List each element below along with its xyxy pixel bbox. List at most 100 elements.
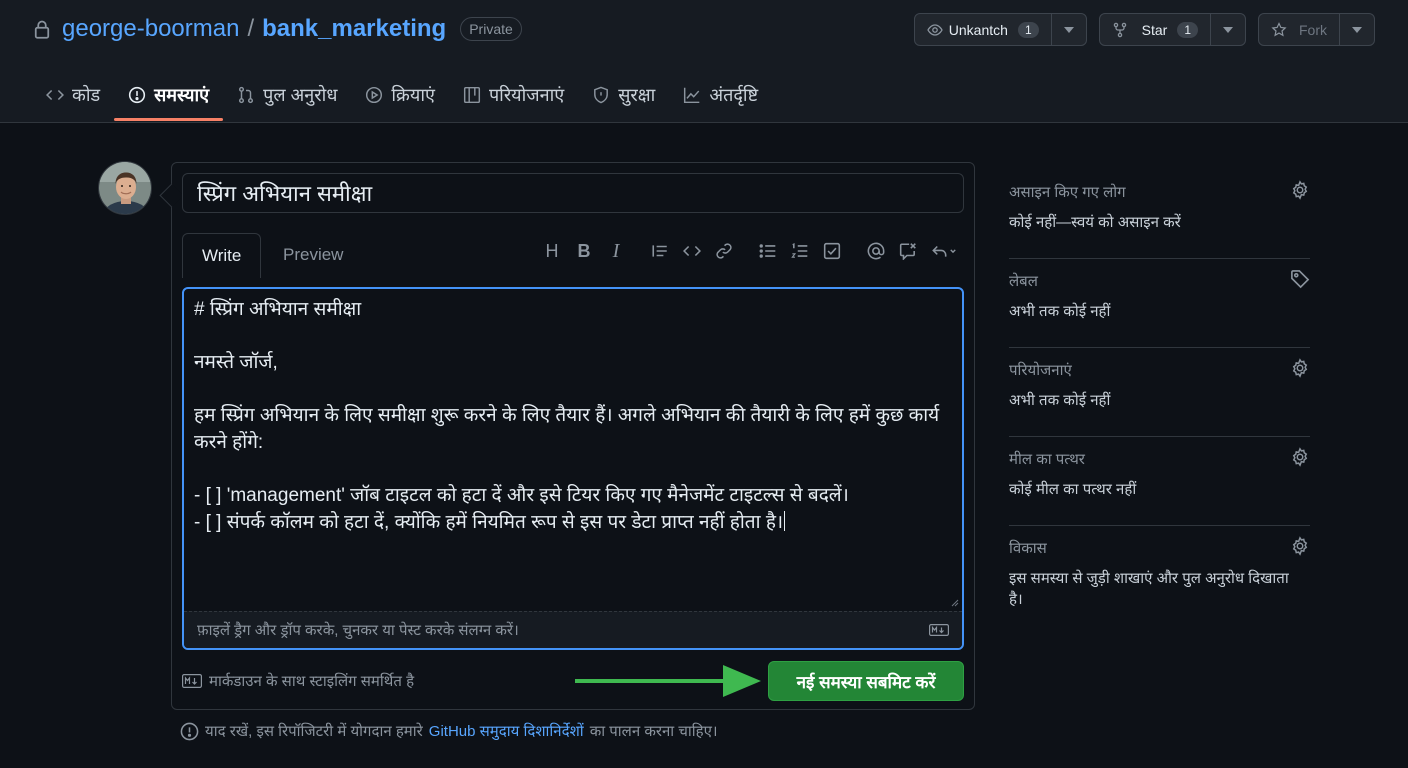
tab-issues[interactable]: समस्याएं <box>114 70 224 121</box>
body-line: - [ ] संपर्क कॉलम को हटा दें, क्योंकि हम… <box>194 511 784 533</box>
sidebar-labels: लेबल अभी तक कोई नहीं <box>1009 259 1310 348</box>
heading-button[interactable]: H <box>536 239 568 263</box>
pull-request-icon <box>237 86 255 104</box>
mention-icon <box>867 242 885 260</box>
undo-button[interactable] <box>924 239 964 263</box>
star-label: Star <box>1141 21 1168 38</box>
markdown-icon <box>182 674 202 688</box>
issue-sidebar: असाइन किए गए लोग कोई नहीं—स्वयं को असाइन… <box>1009 170 1310 615</box>
tab-projects[interactable]: परियोजनाएं <box>449 70 578 120</box>
unordered-list-button[interactable] <box>752 239 784 263</box>
sidebar-heading: मील का पत्थर <box>1009 451 1085 468</box>
repo-separator: / <box>247 15 255 42</box>
sidebar-value[interactable]: कोई नहीं—स्वयं को असाइन करें <box>1009 212 1304 233</box>
code-icon <box>683 245 701 257</box>
body-line: # स्प्रिंग अभियान समीक्षा <box>194 299 362 320</box>
sidebar-value: अभी तक कोई नहीं <box>1009 303 1111 320</box>
sidebar-value: इस समस्या से जुड़ी शाखाएं और पुल अनुरोध … <box>1009 570 1289 608</box>
visibility-badge: Private <box>460 17 522 41</box>
star-icon <box>1271 21 1287 38</box>
green-arrow-annotation <box>575 665 761 697</box>
repo-name-link[interactable]: bank_marketing <box>262 15 446 43</box>
repo-nav-tabs: कोड समस्याएं पुल अनुरोध क्रियाएं परियोजन… <box>32 70 772 123</box>
fork-button[interactable]: Fork <box>1259 14 1340 45</box>
sidebar-value: अभी तक कोई नहीं <box>1009 392 1111 409</box>
resize-handle-icon[interactable] <box>949 597 959 607</box>
sidebar-projects: परियोजनाएं अभी तक कोई नहीं <box>1009 348 1310 437</box>
fork-dropdown-button[interactable] <box>1340 14 1374 45</box>
markdown-toolbar: H B I <box>536 239 964 263</box>
tab-label: समस्याएं <box>154 85 210 105</box>
body-line <box>194 324 952 351</box>
bold-button[interactable]: B <box>568 239 600 263</box>
repo-owner-link[interactable]: george-boorman <box>62 15 239 43</box>
submit-new-issue-button[interactable]: नई समस्या सबमिट करें <box>768 661 964 701</box>
play-icon <box>365 86 383 104</box>
issue-body-textarea[interactable]: # स्प्रिंग अभियान समीक्षा नमस्ते जॉर्ज, … <box>184 289 962 611</box>
sidebar-heading: लेबल <box>1009 273 1038 290</box>
sidebar-development: विकास इस समस्या से जुड़ी शाखाएं और पुल अ… <box>1009 526 1310 615</box>
avatar[interactable] <box>98 161 152 215</box>
unordered-list-icon <box>759 244 776 258</box>
star-button[interactable]: Star 1 <box>1100 14 1211 45</box>
markdown-note[interactable]: मार्कडाउन के साथ स्टाइलिंग समर्थित है <box>182 671 414 691</box>
gear-icon[interactable] <box>1290 447 1310 467</box>
reference-button[interactable] <box>892 239 924 263</box>
link-button[interactable] <box>708 239 740 263</box>
issue-title-input[interactable]: स्प्रिंग अभियान समीक्षा <box>182 173 964 213</box>
guideline-prefix: याद रखें, इस रिपॉजिटरी में योगदान हमारे <box>205 723 423 740</box>
tab-label: परियोजनाएं <box>488 85 565 105</box>
sidebar-milestone: मील का पत्थर कोई मील का पत्थर नहीं <box>1009 437 1310 526</box>
italic-button[interactable]: I <box>600 239 632 263</box>
chevron-down-icon <box>1352 26 1362 33</box>
gear-icon[interactable] <box>1290 536 1310 556</box>
markdown-icon <box>929 624 949 636</box>
tag-icon[interactable] <box>1290 269 1310 289</box>
markdown-note-text: मार्कडाउन के साथ स्टाइलिंग समर्थित है <box>209 673 415 690</box>
repo-header: george-boorman / bank_marketing Private … <box>0 0 1408 123</box>
issue-body-editor[interactable]: # स्प्रिंग अभियान समीक्षा नमस्ते जॉर्ज, … <box>182 287 964 650</box>
star-count: 1 <box>1177 21 1198 38</box>
fork-icon <box>1112 22 1128 38</box>
eye-icon <box>927 22 943 38</box>
editor-tabs: Write Preview H B I <box>182 233 964 278</box>
tab-preview[interactable]: Preview <box>264 233 362 277</box>
tab-pull-requests[interactable]: पुल अनुरोध <box>223 70 351 120</box>
tab-write[interactable]: Write <box>182 233 262 278</box>
body-line: हम स्प्रिंग अभियान के लिए समीक्षा शुरू क… <box>194 405 940 427</box>
watch-label: Unkantch <box>948 21 1008 38</box>
watch-button[interactable]: Unkantch 1 <box>915 14 1052 45</box>
star-button-group: Star 1 <box>1098 13 1246 46</box>
repo-title: george-boorman / bank_marketing Private <box>32 14 522 44</box>
code-button[interactable] <box>676 239 708 263</box>
tab-label: क्रियाएं <box>391 85 435 105</box>
form-footer: मार्कडाउन के साथ स्टाइलिंग समर्थित है नई… <box>182 661 964 701</box>
gear-icon[interactable] <box>1290 358 1310 378</box>
body-line <box>194 377 952 404</box>
shield-icon <box>592 86 610 104</box>
chevron-down-icon <box>1063 26 1074 33</box>
tab-label: सुरक्षा <box>618 85 656 105</box>
issue-icon <box>128 86 146 104</box>
body-line: करने होंगे: <box>194 431 264 453</box>
gear-icon[interactable] <box>1290 180 1310 200</box>
tasklist-icon <box>823 242 841 260</box>
star-dropdown-button[interactable] <box>1211 14 1245 45</box>
mention-button[interactable] <box>860 239 892 263</box>
graph-icon <box>683 86 701 104</box>
code-icon <box>46 86 64 104</box>
text-caret <box>784 510 786 531</box>
tab-actions[interactable]: क्रियाएं <box>351 70 449 120</box>
ordered-list-button[interactable] <box>784 239 816 263</box>
sidebar-heading: परियोजनाएं <box>1009 362 1072 379</box>
attach-files-bar[interactable]: फ़ाइलें ड्रैग और ड्रॉप करके, चुनकर या पे… <box>184 611 962 648</box>
community-guidelines-link[interactable]: GitHub समुदाय दिशानिर्देशों <box>429 721 584 741</box>
watch-dropdown-button[interactable] <box>1052 14 1086 45</box>
quote-button[interactable] <box>644 239 676 263</box>
tab-security[interactable]: सुरक्षा <box>578 70 669 120</box>
info-icon <box>180 722 199 741</box>
tasklist-button[interactable] <box>816 239 848 263</box>
table-icon <box>463 86 481 104</box>
tab-code[interactable]: कोड <box>32 70 114 120</box>
tab-insights[interactable]: अंतर्दृष्टि <box>669 70 772 120</box>
